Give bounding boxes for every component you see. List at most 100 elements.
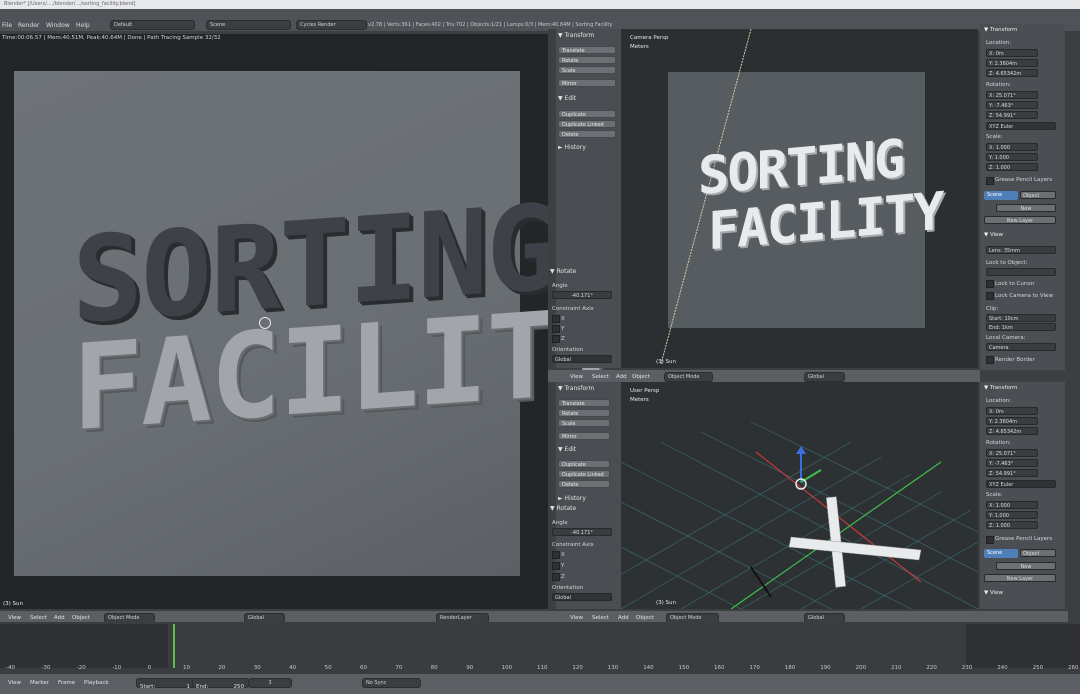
axis-y-checkbox[interactable]: [552, 325, 560, 333]
transform-header-2[interactable]: ▼ Transform: [984, 385, 1017, 391]
axis-y-checkbox-2[interactable]: [552, 562, 560, 570]
grease-pencil-header[interactable]: Grease Pencil Layers: [995, 177, 1052, 183]
rotation-z-field[interactable]: Z: 54.991°: [986, 111, 1038, 119]
object-tab-2[interactable]: Object: [1020, 549, 1056, 557]
mirror-button[interactable]: Mirror: [558, 79, 616, 87]
scene-selector[interactable]: Scene: [206, 20, 291, 30]
duplicate-linked-button[interactable]: Duplicate Linked: [558, 120, 616, 128]
header-right-view[interactable]: View: [570, 615, 583, 621]
view-header-2[interactable]: ▼ View: [984, 590, 1003, 596]
scene-tab-2[interactable]: Scene: [984, 549, 1018, 558]
timeline-menu-playback[interactable]: Playback: [84, 680, 109, 686]
location-x-field-2[interactable]: X: 0m: [986, 407, 1038, 415]
scale-y-field-2[interactable]: Y: 1.000: [986, 511, 1038, 519]
end-frame-field[interactable]: End: 250: [192, 678, 249, 690]
lock-object-field[interactable]: [986, 268, 1056, 276]
orientation-select-2[interactable]: Global: [552, 593, 612, 601]
new-grease-button-2[interactable]: New: [996, 562, 1056, 570]
location-z-field-2[interactable]: Z: 4.65342m: [986, 427, 1038, 435]
delete-button[interactable]: Delete: [558, 130, 616, 138]
grease-pencil-checkbox-2[interactable]: [986, 536, 994, 544]
header-mid-mode[interactable]: Object Mode: [664, 372, 713, 382]
header-right-object[interactable]: Object: [636, 615, 654, 621]
translate-button[interactable]: Translate: [558, 46, 616, 54]
location-x-field[interactable]: X: 0m: [986, 49, 1038, 57]
transform-panel-header-2[interactable]: ▼ Transform: [558, 385, 594, 392]
render-border-checkbox[interactable]: [986, 356, 994, 364]
rotation-x-field-2[interactable]: X: 25.071°: [986, 449, 1038, 457]
menu-window[interactable]: Window: [46, 22, 70, 29]
header-mid-object[interactable]: Object: [632, 374, 650, 380]
rotation-z-field-2[interactable]: Z: 54.991°: [986, 469, 1038, 477]
scene-tab[interactable]: Scene: [984, 191, 1018, 200]
new-layer-button-2[interactable]: New Layer: [984, 574, 1056, 582]
scale-y-field[interactable]: Y: 1.000: [986, 153, 1038, 161]
edit-panel-header[interactable]: ▼ Edit: [558, 95, 576, 102]
timeline-menu-frame[interactable]: Frame: [58, 680, 75, 686]
rotation-mode-select-2[interactable]: XYZ Euler: [986, 480, 1056, 488]
header-left-view[interactable]: View: [8, 615, 21, 621]
rotate-operator-header[interactable]: ▼ Rotate: [550, 268, 576, 275]
axis-x-checkbox-2[interactable]: [552, 551, 560, 559]
object-tab[interactable]: Object: [1020, 191, 1056, 199]
menu-help[interactable]: Help: [76, 22, 90, 29]
mirror-button-2[interactable]: Mirror: [558, 432, 610, 440]
translate-button-2[interactable]: Translate: [558, 399, 610, 407]
orientation-select[interactable]: Global: [552, 355, 612, 363]
lens-field[interactable]: Lens: 35mm: [986, 246, 1056, 254]
rotation-y-field-2[interactable]: Y: -7.463°: [986, 459, 1038, 467]
current-frame-marker[interactable]: [173, 624, 175, 668]
lock-camera-checkbox[interactable]: [986, 292, 994, 300]
view-header[interactable]: ▼ View: [984, 232, 1003, 238]
local-camera-field[interactable]: Camera: [986, 343, 1056, 351]
current-frame-field[interactable]: 3: [248, 678, 292, 688]
axis-x-checkbox[interactable]: [552, 315, 560, 323]
history-panel-header-2[interactable]: ► History: [558, 495, 586, 502]
clip-end-field[interactable]: End: 1km: [986, 323, 1056, 331]
header-mid-add[interactable]: Add: [616, 374, 627, 380]
layout-selector[interactable]: Default: [110, 20, 195, 30]
delete-button-2[interactable]: Delete: [558, 480, 610, 488]
transform-panel-header[interactable]: ▼ Transform: [558, 32, 594, 39]
timeline-menu-marker[interactable]: Marker: [30, 680, 49, 686]
duplicate-button[interactable]: Duplicate: [558, 110, 616, 118]
menu-render[interactable]: Render: [18, 22, 39, 29]
edit-panel-header-2[interactable]: ▼ Edit: [558, 446, 576, 453]
location-z-field[interactable]: Z: 4.65342m: [986, 69, 1038, 77]
scale-x-field-2[interactable]: X: 1.000: [986, 501, 1038, 509]
sync-mode-select[interactable]: No Sync: [362, 678, 421, 688]
header-mid-view[interactable]: View: [570, 374, 583, 380]
scale-z-field-2[interactable]: Z: 1.000: [986, 521, 1038, 529]
grease-pencil-header-2[interactable]: Grease Pencil Layers: [995, 536, 1052, 542]
rotation-y-field[interactable]: Y: -7.463°: [986, 101, 1038, 109]
rotate-button-2[interactable]: Rotate: [558, 409, 610, 417]
rotation-x-field[interactable]: X: 25.071°: [986, 91, 1038, 99]
duplicate-button-2[interactable]: Duplicate: [558, 460, 610, 468]
scale-button-2[interactable]: Scale: [558, 419, 610, 427]
scale-x-field[interactable]: X: 1.000: [986, 143, 1038, 151]
location-y-field-2[interactable]: Y: 2.3604m: [986, 417, 1038, 425]
header-left-object[interactable]: Object: [72, 615, 90, 621]
angle-field-2[interactable]: -40.171°: [552, 528, 612, 536]
scale-z-field[interactable]: Z: 1.000: [986, 163, 1038, 171]
clip-start-field[interactable]: Start: 10cm: [986, 314, 1056, 322]
header-right-select[interactable]: Select: [592, 615, 609, 621]
angle-field[interactable]: -40.171°: [552, 291, 612, 299]
scale-button[interactable]: Scale: [558, 66, 616, 74]
header-mid-orientation[interactable]: Global: [804, 372, 845, 382]
header-right-add[interactable]: Add: [618, 615, 629, 621]
transform-header[interactable]: ▼ Transform: [984, 27, 1017, 33]
new-layer-button[interactable]: New Layer: [984, 216, 1056, 224]
lock-cursor-checkbox[interactable]: [986, 280, 994, 288]
render-engine-selector[interactable]: Cycles Render: [296, 20, 367, 30]
location-y-field[interactable]: Y: 2.3604m: [986, 59, 1038, 67]
axis-z-checkbox-2[interactable]: [552, 573, 560, 581]
history-panel-header[interactable]: ► History: [558, 144, 586, 151]
rotate-operator-header-2[interactable]: ▼ Rotate: [550, 505, 576, 512]
rotation-mode-select[interactable]: XYZ Euler: [986, 122, 1056, 130]
header-left-add[interactable]: Add: [54, 615, 65, 621]
axis-z-checkbox[interactable]: [552, 335, 560, 343]
start-frame-field[interactable]: Start: 1: [136, 678, 195, 690]
header-mid-select[interactable]: Select: [592, 374, 609, 380]
menu-file[interactable]: File: [2, 22, 12, 29]
